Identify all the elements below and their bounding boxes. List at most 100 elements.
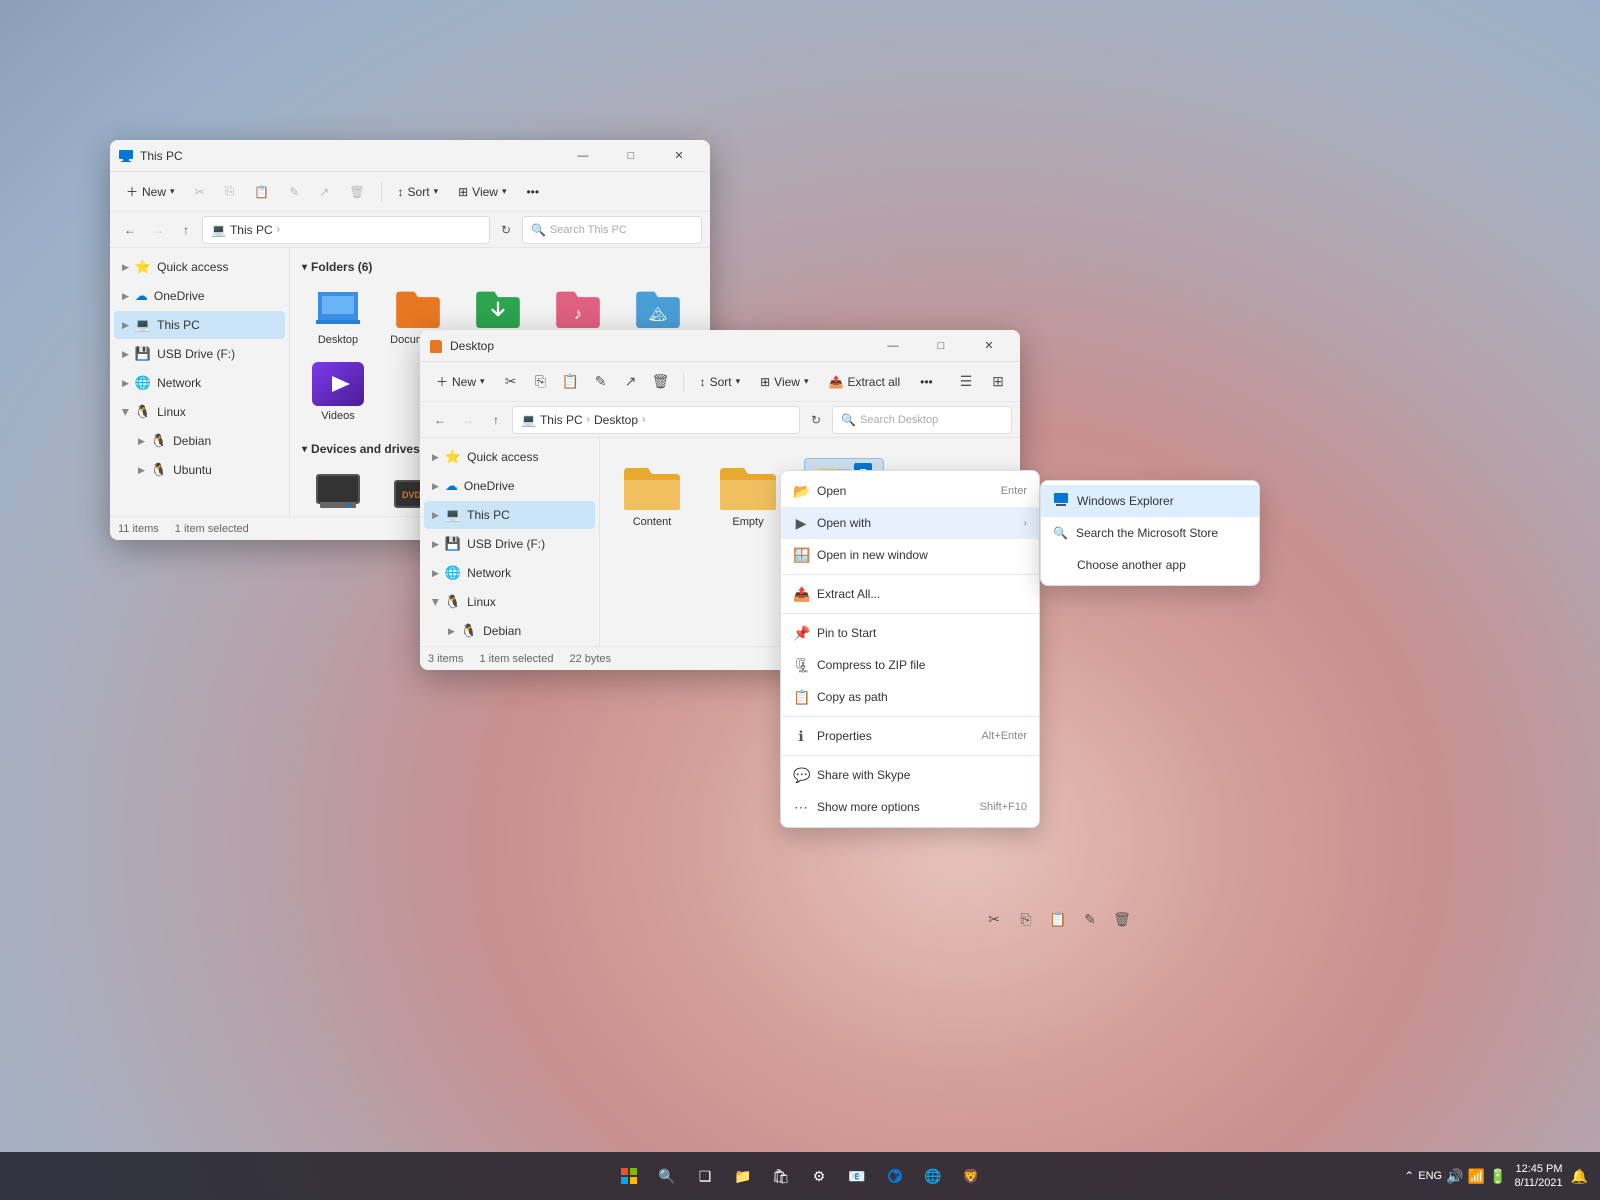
taskbar-settings-button[interactable]: ⚙ — [803, 1160, 835, 1192]
taskbar-start-button[interactable] — [613, 1160, 645, 1192]
svg-text:♪: ♪ — [574, 305, 582, 323]
dbc-sep1: › — [587, 414, 590, 425]
taskbar-store-button[interactable]: 🛍 — [765, 1160, 797, 1192]
desktop-folder-content[interactable]: Content — [612, 458, 692, 532]
desktop-minimize-button[interactable]: — — [870, 330, 916, 362]
sidebar-item-thispc[interactable]: ▶ 💻 This PC — [114, 311, 285, 339]
thispc-toolbar: ＋ New ▾ ✂ ⎘ 📋 ✎ ↗ 🗑 ↕ Sort ▾ ⊞ View ▾ ••… — [110, 172, 710, 212]
sidebar-item-ubuntu[interactable]: ▶ 🐧 Ubuntu — [114, 456, 285, 484]
dsidebar-onedrive[interactable]: ▶ ☁ OneDrive — [424, 472, 595, 500]
sidebar-item-onedrive[interactable]: ▶ ☁ OneDrive — [114, 282, 285, 310]
sidebar-item-debian[interactable]: ▶ 🐧 Debian — [114, 427, 285, 455]
cm-share-skype[interactable]: 💬 Share with Skype — [781, 759, 1039, 791]
dsidebar-debian[interactable]: ▶ 🐧 Debian — [424, 617, 595, 645]
view-button[interactable]: ⊞ View ▾ — [450, 178, 514, 206]
address-bar[interactable]: 💻 This PC › — [202, 216, 490, 244]
expand-arrow-icon2: ▶ — [122, 291, 129, 302]
thispc-maximize-button[interactable]: □ — [608, 140, 654, 172]
dsidebar-thispc[interactable]: ▶ 💻 This PC — [424, 501, 595, 529]
desktop-address-bar[interactable]: 💻 This PC › Desktop › — [512, 406, 800, 434]
cm-open-new-window[interactable]: 🪟 Open in new window — [781, 539, 1039, 571]
drename-button[interactable]: ✎ — [587, 368, 615, 396]
thispc-close-button[interactable]: ✕ — [656, 140, 702, 172]
refresh-button[interactable]: ↻ — [494, 218, 518, 242]
thispc-minimize-button[interactable]: — — [560, 140, 606, 172]
dsidebar-linux[interactable]: ▶ 🐧 Linux — [424, 588, 595, 616]
taskbar-brave-button[interactable]: 🦁 — [955, 1160, 987, 1192]
taskbar-chrome-button[interactable]: 🌐 — [917, 1160, 949, 1192]
dview-button[interactable]: ⊞ View ▾ — [752, 368, 816, 396]
sidebar-item-network[interactable]: ▶ 🌐 Network — [114, 369, 285, 397]
sidebar-item-linux[interactable]: ▶ 🐧 Linux — [114, 398, 285, 426]
desktop-window-controls: — □ ✕ — [870, 330, 1012, 362]
more-button[interactable]: ••• — [518, 178, 547, 206]
dsidebar-network[interactable]: ▶ 🌐 Network — [424, 559, 595, 587]
ddelete-button[interactable]: 🗑 — [647, 368, 675, 396]
submenu-windows-explorer[interactable]: Windows Explorer — [1041, 485, 1259, 517]
sidebar-item-usb[interactable]: ▶ 💾 USB Drive (F:) — [114, 340, 285, 368]
taskbar-expand-icon[interactable]: ⌃ — [1404, 1169, 1414, 1183]
details-view-button[interactable]: ☰ — [952, 368, 980, 396]
thispc-icon: 💻 — [135, 317, 151, 333]
taskbar-lang-indicator[interactable]: ENG — [1418, 1170, 1442, 1182]
dpaste-button[interactable]: 📋 — [557, 368, 585, 396]
grid-view-button[interactable]: ⊞ — [984, 368, 1012, 396]
taskbar-search-button[interactable]: 🔍 — [651, 1160, 683, 1192]
drive-local-c[interactable]: Local Disk (C:) — [302, 464, 374, 516]
search-icon: 🔍 — [531, 223, 546, 237]
taskbar-clock[interactable]: 12:45 PM 8/11/2021 — [1514, 1162, 1562, 1191]
cm-open[interactable]: 📂 Open Enter — [781, 475, 1039, 507]
dmore-button[interactable]: ••• — [912, 368, 941, 396]
cm-copy-path[interactable]: 📋 Copy as path — [781, 681, 1039, 713]
desktop-close-button[interactable]: ✕ — [966, 330, 1012, 362]
taskbar-explorer-button[interactable]: 📁 — [727, 1160, 759, 1192]
dcopy-button[interactable]: ⎘ — [527, 368, 555, 396]
dforward-button[interactable]: → — [456, 408, 480, 432]
dsidebar-quickaccess[interactable]: ▶ ⭐ Quick access — [424, 443, 595, 471]
drefresh-button[interactable]: ↻ — [804, 408, 828, 432]
taskbar-mail-button[interactable]: 📧 — [841, 1160, 873, 1192]
taskbar-notification-icon[interactable]: 🔔 — [1571, 1168, 1588, 1185]
dsidebar-usb[interactable]: ▶ 💾 USB Drive (F:) — [424, 530, 595, 558]
thispc-title-text: This PC — [140, 149, 554, 163]
cm-compress-zip[interactable]: 🗜 Compress to ZIP file — [781, 649, 1039, 681]
thispc-new-button[interactable]: ＋ New ▾ — [118, 178, 183, 206]
desktop-search-box[interactable]: 🔍 Search Desktop — [832, 406, 1012, 434]
dcut-button[interactable]: ✂ — [497, 368, 525, 396]
folder-videos[interactable]: Videos — [302, 358, 374, 426]
submenu-choose-app[interactable]: Choose another app — [1041, 549, 1259, 581]
up-button[interactable]: ↑ — [174, 218, 198, 242]
paste-button[interactable]: 📋 — [246, 178, 277, 206]
copy-button[interactable]: ⎘ — [217, 178, 243, 206]
dshare-button[interactable]: ↗ — [617, 368, 645, 396]
taskbar-taskview-button[interactable]: ❑ — [689, 1160, 721, 1192]
dsort-button[interactable]: ↕ Sort ▾ — [692, 368, 749, 396]
dback-button[interactable]: ← — [428, 408, 452, 432]
taskbar-edge-button[interactable] — [879, 1160, 911, 1192]
delete-button[interactable]: 🗑 — [341, 178, 372, 206]
taskbar-volume-icon[interactable]: 🔊 — [1446, 1168, 1463, 1185]
cm-extract-all[interactable]: 📤 Extract All... — [781, 578, 1039, 610]
taskbar-battery-icon[interactable]: 🔋 — [1489, 1168, 1506, 1185]
cm-properties[interactable]: ℹ Properties Alt+Enter — [781, 720, 1039, 752]
search-box[interactable]: 🔍 Search This PC — [522, 216, 702, 244]
share-button[interactable]: ↗ — [311, 178, 337, 206]
cm-open-with[interactable]: ▶ Open with › — [781, 507, 1039, 539]
forward-button[interactable]: → — [146, 218, 170, 242]
submenu-search-store[interactable]: 🔍 Search the Microsoft Store — [1041, 517, 1259, 549]
taskbar-network-icon[interactable]: 📶 — [1468, 1168, 1485, 1185]
back-button[interactable]: ← — [118, 218, 142, 242]
cm-show-more[interactable]: ⋯ Show more options Shift+F10 — [781, 791, 1039, 823]
dup-button[interactable]: ↑ — [484, 408, 508, 432]
desktop-folder-empty[interactable]: Empty — [708, 458, 788, 532]
extract-all-button[interactable]: 📤 Extract all — [821, 368, 909, 396]
rename-button[interactable]: ✎ — [281, 178, 307, 206]
extract-icon: 📤 — [829, 375, 844, 389]
folder-desktop[interactable]: Desktop — [302, 282, 374, 350]
cm-pin-start[interactable]: 📌 Pin to Start — [781, 617, 1039, 649]
desktop-maximize-button[interactable]: □ — [918, 330, 964, 362]
sort-button[interactable]: ↕ Sort ▾ — [390, 178, 447, 206]
desktop-new-button[interactable]: ＋ New ▾ — [428, 368, 493, 396]
sidebar-item-quickaccess[interactable]: ▶ ⭐ Quick access — [114, 253, 285, 281]
cut-button[interactable]: ✂ — [187, 178, 213, 206]
